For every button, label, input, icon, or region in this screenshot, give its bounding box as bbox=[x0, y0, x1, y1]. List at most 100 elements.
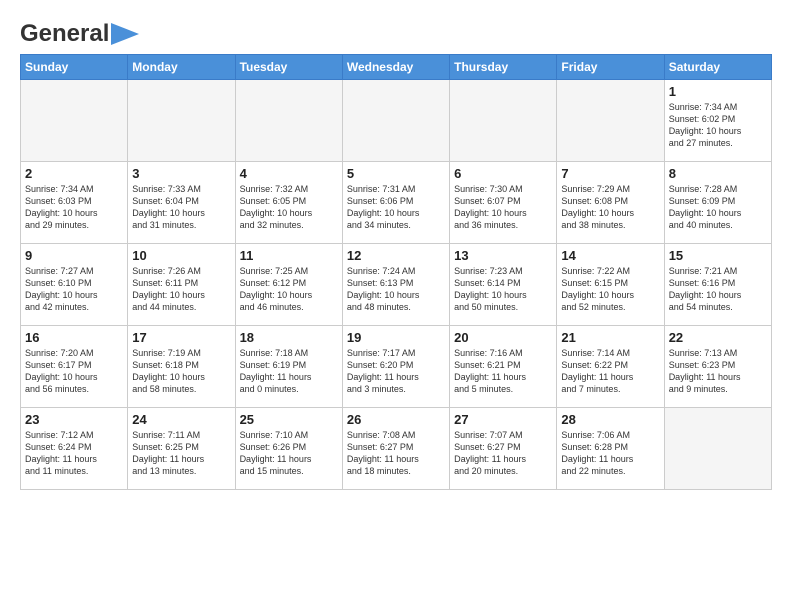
day-number: 21 bbox=[561, 330, 659, 345]
calendar-cell: 27 Sunrise: 7:07 AM Sunset: 6:27 PM Dayli… bbox=[450, 408, 557, 490]
calendar-week-3: 9 Sunrise: 7:27 AM Sunset: 6:10 PM Daylig… bbox=[21, 244, 772, 326]
calendar-cell: 22 Sunrise: 7:13 AM Sunset: 6:23 PM Dayli… bbox=[664, 326, 771, 408]
day-info: Sunrise: 7:19 AM Sunset: 6:18 PM Dayligh… bbox=[132, 347, 230, 396]
day-info: Sunrise: 7:20 AM Sunset: 6:17 PM Dayligh… bbox=[25, 347, 123, 396]
day-number: 13 bbox=[454, 248, 552, 263]
day-info: Sunrise: 7:29 AM Sunset: 6:08 PM Dayligh… bbox=[561, 183, 659, 232]
day-info: Sunrise: 7:27 AM Sunset: 6:10 PM Dayligh… bbox=[25, 265, 123, 314]
day-info: Sunrise: 7:28 AM Sunset: 6:09 PM Dayligh… bbox=[669, 183, 767, 232]
day-number: 23 bbox=[25, 412, 123, 427]
logo-general-text: General bbox=[20, 20, 109, 48]
day-info: Sunrise: 7:34 AM Sunset: 6:02 PM Dayligh… bbox=[669, 101, 767, 150]
day-number: 15 bbox=[669, 248, 767, 263]
day-info: Sunrise: 7:26 AM Sunset: 6:11 PM Dayligh… bbox=[132, 265, 230, 314]
calendar-cell bbox=[664, 408, 771, 490]
calendar-cell: 9 Sunrise: 7:27 AM Sunset: 6:10 PM Daylig… bbox=[21, 244, 128, 326]
calendar-week-1: 1 Sunrise: 7:34 AM Sunset: 6:02 PM Daylig… bbox=[21, 80, 772, 162]
calendar-cell: 26 Sunrise: 7:08 AM Sunset: 6:27 PM Dayli… bbox=[342, 408, 449, 490]
day-info: Sunrise: 7:23 AM Sunset: 6:14 PM Dayligh… bbox=[454, 265, 552, 314]
weekday-header-tuesday: Tuesday bbox=[235, 55, 342, 80]
calendar-cell: 18Sunrise: 7:18 AM Sunset: 6:19 PM Dayli… bbox=[235, 326, 342, 408]
day-info: Sunrise: 7:33 AM Sunset: 6:04 PM Dayligh… bbox=[132, 183, 230, 232]
calendar-cell bbox=[342, 80, 449, 162]
calendar-cell bbox=[235, 80, 342, 162]
day-info: Sunrise: 7:21 AM Sunset: 6:16 PM Dayligh… bbox=[669, 265, 767, 314]
day-info: Sunrise: 7:17 AM Sunset: 6:20 PM Dayligh… bbox=[347, 347, 445, 396]
calendar-cell: 12 Sunrise: 7:24 AM Sunset: 6:13 PM Dayli… bbox=[342, 244, 449, 326]
calendar-cell: 19 Sunrise: 7:17 AM Sunset: 6:20 PM Dayli… bbox=[342, 326, 449, 408]
calendar-cell: 3 Sunrise: 7:33 AM Sunset: 6:04 PM Daylig… bbox=[128, 162, 235, 244]
logo: General bbox=[20, 20, 139, 44]
day-info: Sunrise: 7:31 AM Sunset: 6:06 PM Dayligh… bbox=[347, 183, 445, 232]
weekday-header-sunday: Sunday bbox=[21, 55, 128, 80]
day-number: 5 bbox=[347, 166, 445, 181]
calendar-cell: 11 Sunrise: 7:25 AM Sunset: 6:12 PM Dayli… bbox=[235, 244, 342, 326]
day-info: Sunrise: 7:07 AM Sunset: 6:27 PM Dayligh… bbox=[454, 429, 552, 478]
calendar-cell: 28 Sunrise: 7:06 AM Sunset: 6:28 PM Dayli… bbox=[557, 408, 664, 490]
day-number: 10 bbox=[132, 248, 230, 263]
day-info: Sunrise: 7:22 AM Sunset: 6:15 PM Dayligh… bbox=[561, 265, 659, 314]
weekday-header-wednesday: Wednesday bbox=[342, 55, 449, 80]
calendar-cell: 5 Sunrise: 7:31 AM Sunset: 6:06 PM Daylig… bbox=[342, 162, 449, 244]
day-number: 20 bbox=[454, 330, 552, 345]
weekday-header-thursday: Thursday bbox=[450, 55, 557, 80]
day-info: Sunrise: 7:30 AM Sunset: 6:07 PM Dayligh… bbox=[454, 183, 552, 232]
calendar-cell: 24 Sunrise: 7:11 AM Sunset: 6:25 PM Dayli… bbox=[128, 408, 235, 490]
day-info: Sunrise: 7:24 AM Sunset: 6:13 PM Dayligh… bbox=[347, 265, 445, 314]
day-number: 28 bbox=[561, 412, 659, 427]
day-number: 26 bbox=[347, 412, 445, 427]
day-number: 22 bbox=[669, 330, 767, 345]
calendar-table: SundayMondayTuesdayWednesdayThursdayFrid… bbox=[20, 54, 772, 490]
calendar-cell: 14 Sunrise: 7:22 AM Sunset: 6:15 PM Dayli… bbox=[557, 244, 664, 326]
calendar-cell: 16 Sunrise: 7:20 AM Sunset: 6:17 PM Dayli… bbox=[21, 326, 128, 408]
calendar-header-row: SundayMondayTuesdayWednesdayThursdayFrid… bbox=[21, 55, 772, 80]
weekday-header-friday: Friday bbox=[557, 55, 664, 80]
day-number: 1 bbox=[669, 84, 767, 99]
calendar-cell: 25 Sunrise: 7:10 AM Sunset: 6:26 PM Dayli… bbox=[235, 408, 342, 490]
calendar-week-2: 2 Sunrise: 7:34 AM Sunset: 6:03 PM Daylig… bbox=[21, 162, 772, 244]
calendar-week-4: 16 Sunrise: 7:20 AM Sunset: 6:17 PM Dayli… bbox=[21, 326, 772, 408]
calendar-cell: 15 Sunrise: 7:21 AM Sunset: 6:16 PM Dayli… bbox=[664, 244, 771, 326]
day-info: Sunrise: 7:25 AM Sunset: 6:12 PM Dayligh… bbox=[240, 265, 338, 314]
day-number: 12 bbox=[347, 248, 445, 263]
logo-arrow-icon bbox=[111, 23, 139, 45]
calendar-cell bbox=[128, 80, 235, 162]
day-info: Sunrise: 7:18 AM Sunset: 6:19 PM Dayligh… bbox=[240, 347, 338, 396]
day-number: 16 bbox=[25, 330, 123, 345]
weekday-header-monday: Monday bbox=[128, 55, 235, 80]
calendar-cell: 13 Sunrise: 7:23 AM Sunset: 6:14 PM Dayli… bbox=[450, 244, 557, 326]
day-number: 3 bbox=[132, 166, 230, 181]
calendar-cell: 8 Sunrise: 7:28 AM Sunset: 6:09 PM Daylig… bbox=[664, 162, 771, 244]
day-info: Sunrise: 7:34 AM Sunset: 6:03 PM Dayligh… bbox=[25, 183, 123, 232]
day-number: 4 bbox=[240, 166, 338, 181]
day-number: 9 bbox=[25, 248, 123, 263]
day-number: 14 bbox=[561, 248, 659, 263]
calendar-cell: 20 Sunrise: 7:16 AM Sunset: 6:21 PM Dayli… bbox=[450, 326, 557, 408]
day-info: Sunrise: 7:16 AM Sunset: 6:21 PM Dayligh… bbox=[454, 347, 552, 396]
calendar-cell: 1 Sunrise: 7:34 AM Sunset: 6:02 PM Daylig… bbox=[664, 80, 771, 162]
day-number: 2 bbox=[25, 166, 123, 181]
page-header: General bbox=[20, 20, 772, 44]
calendar-cell bbox=[21, 80, 128, 162]
calendar-cell: 17Sunrise: 7:19 AM Sunset: 6:18 PM Dayli… bbox=[128, 326, 235, 408]
day-info: Sunrise: 7:32 AM Sunset: 6:05 PM Dayligh… bbox=[240, 183, 338, 232]
calendar-cell: 4 Sunrise: 7:32 AM Sunset: 6:05 PM Daylig… bbox=[235, 162, 342, 244]
calendar-cell: 6Sunrise: 7:30 AM Sunset: 6:07 PM Daylig… bbox=[450, 162, 557, 244]
day-number: 7 bbox=[561, 166, 659, 181]
day-info: Sunrise: 7:08 AM Sunset: 6:27 PM Dayligh… bbox=[347, 429, 445, 478]
day-number: 11 bbox=[240, 248, 338, 263]
day-info: Sunrise: 7:14 AM Sunset: 6:22 PM Dayligh… bbox=[561, 347, 659, 396]
day-info: Sunrise: 7:10 AM Sunset: 6:26 PM Dayligh… bbox=[240, 429, 338, 478]
day-number: 8 bbox=[669, 166, 767, 181]
day-number: 24 bbox=[132, 412, 230, 427]
calendar-cell bbox=[557, 80, 664, 162]
day-info: Sunrise: 7:13 AM Sunset: 6:23 PM Dayligh… bbox=[669, 347, 767, 396]
day-number: 27 bbox=[454, 412, 552, 427]
calendar-cell: 10 Sunrise: 7:26 AM Sunset: 6:11 PM Dayli… bbox=[128, 244, 235, 326]
calendar-week-5: 23Sunrise: 7:12 AM Sunset: 6:24 PM Dayli… bbox=[21, 408, 772, 490]
calendar-cell bbox=[450, 80, 557, 162]
day-info: Sunrise: 7:11 AM Sunset: 6:25 PM Dayligh… bbox=[132, 429, 230, 478]
day-number: 25 bbox=[240, 412, 338, 427]
day-info: Sunrise: 7:06 AM Sunset: 6:28 PM Dayligh… bbox=[561, 429, 659, 478]
day-number: 19 bbox=[347, 330, 445, 345]
